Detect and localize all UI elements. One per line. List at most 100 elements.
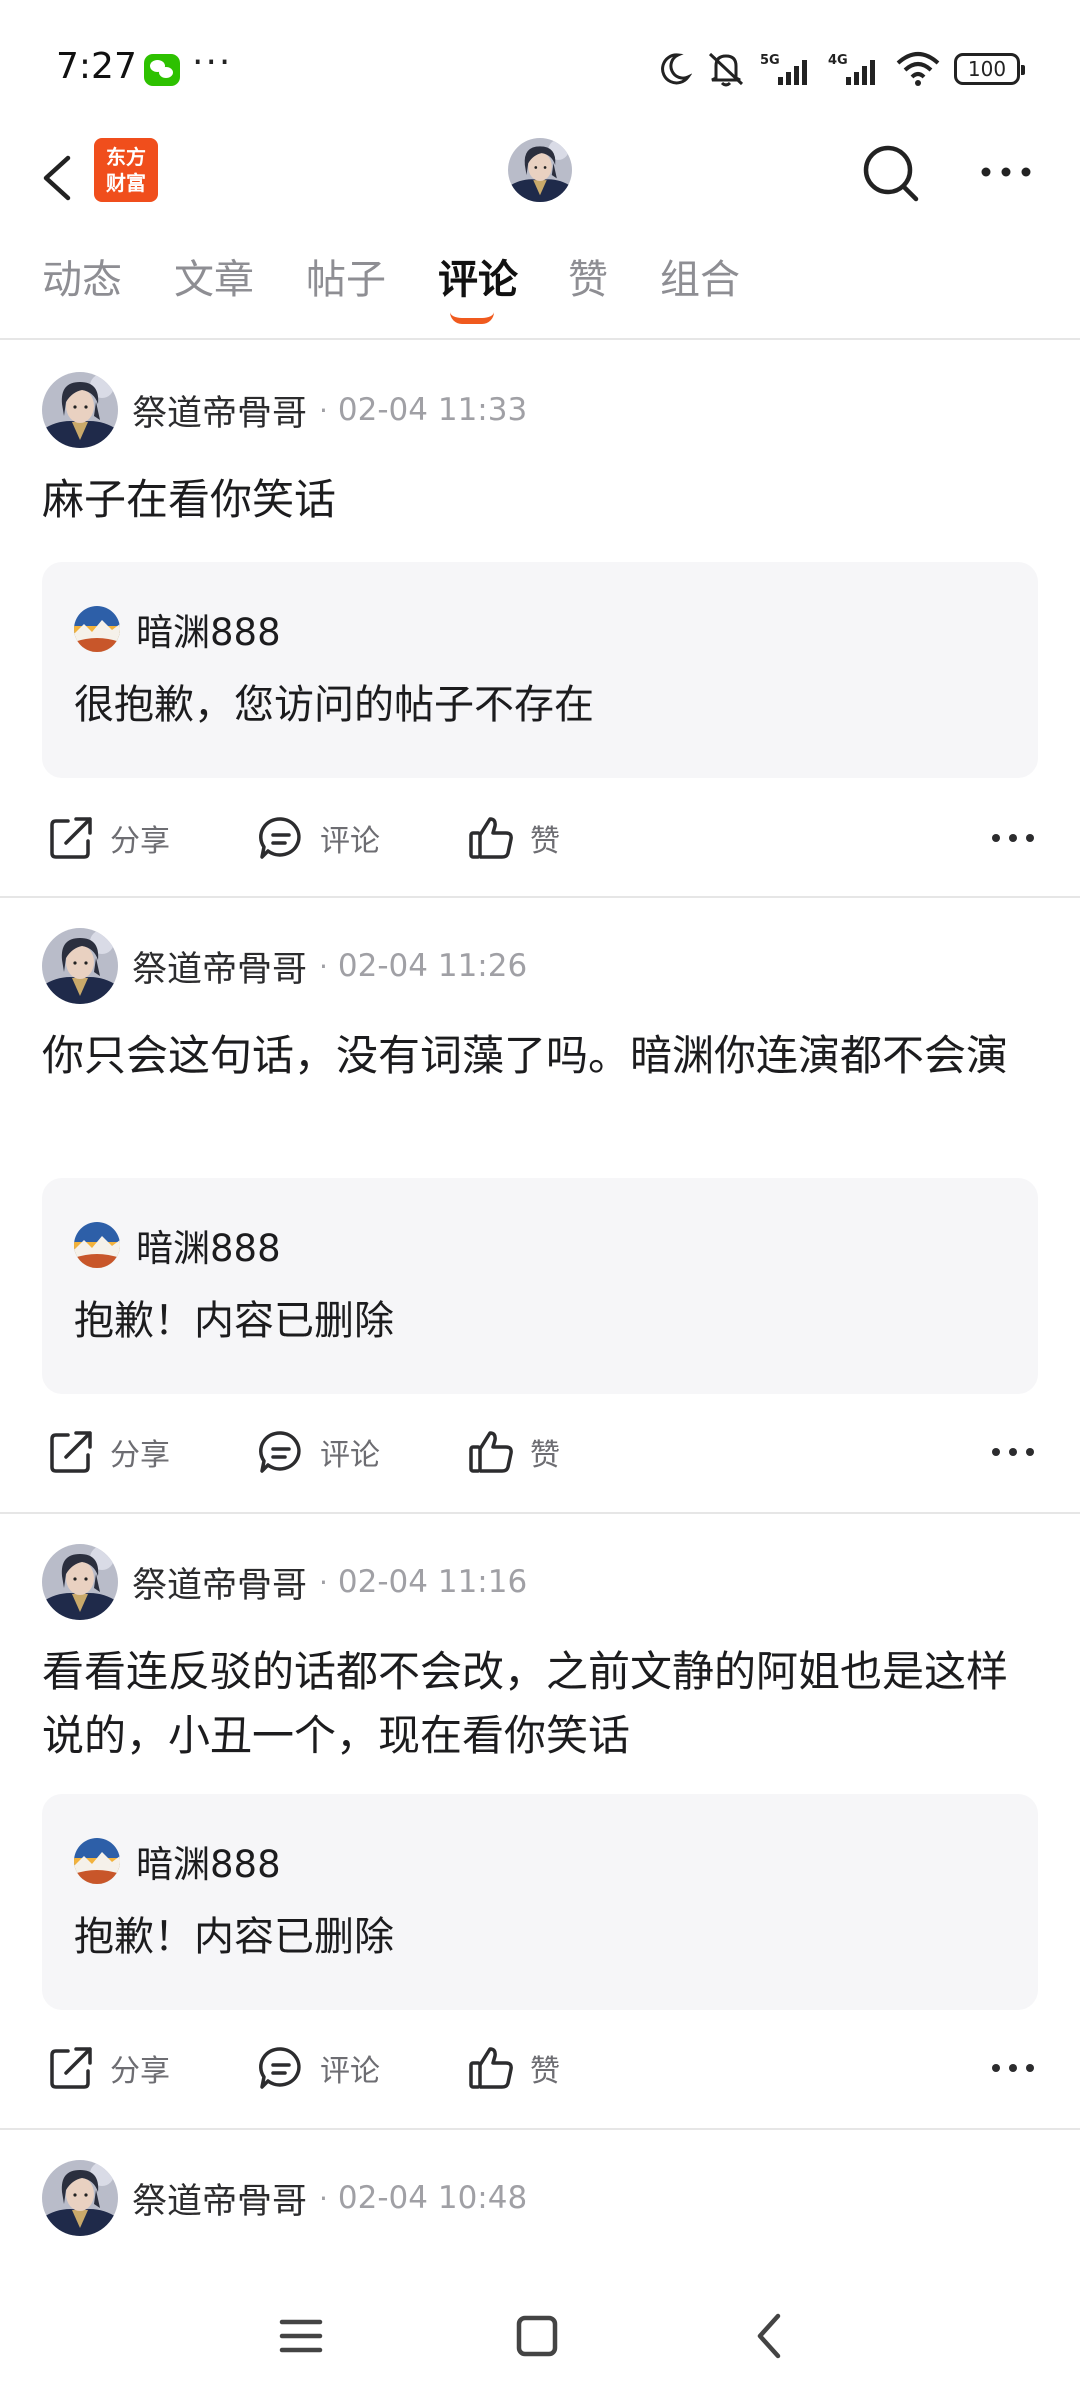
quoted-post[interactable]: 暗渊888 很抱歉，您访问的帖子不存在 bbox=[42, 562, 1038, 778]
separator-dot: · bbox=[319, 1565, 328, 1599]
quoted-author-name: 暗渊888 bbox=[136, 611, 281, 654]
like-label: 赞 bbox=[530, 2054, 560, 2089]
comment-more-button[interactable] bbox=[988, 1432, 1038, 1472]
tab-likes[interactable]: 赞 bbox=[568, 250, 608, 330]
more-options-button[interactable] bbox=[978, 152, 1034, 192]
eastmoney-logo: 东方 财富 bbox=[94, 138, 158, 202]
wifi-icon bbox=[896, 52, 940, 86]
like-button[interactable]: 赞 bbox=[466, 1412, 560, 1492]
comment-card[interactable]: 祭道帝骨哥 · 02-04 11:33 麻子在看你笑话 暗渊888 很抱歉，您访… bbox=[0, 342, 1080, 898]
author-avatar[interactable] bbox=[42, 928, 118, 1004]
comment-text[interactable]: 麻子在看你笑话 bbox=[42, 468, 1042, 532]
svg-text:4G: 4G bbox=[828, 53, 848, 68]
logo-line-2: 财富 bbox=[106, 171, 146, 195]
comment-meta: 祭道帝骨哥 · 02-04 11:26 bbox=[42, 928, 527, 1004]
share-icon bbox=[50, 817, 92, 859]
signal-4g-icon: 4G bbox=[828, 53, 875, 85]
comment-icon bbox=[259, 2047, 301, 2089]
menu-icon bbox=[279, 2319, 323, 2353]
share-button[interactable]: 分享 bbox=[46, 2028, 170, 2108]
home-square-icon bbox=[516, 2315, 558, 2357]
signal-5g-icon: 5G bbox=[760, 53, 807, 85]
comment-button[interactable]: 评论 bbox=[256, 1412, 380, 1492]
separator-dot: · bbox=[319, 949, 328, 983]
comment-label: 评论 bbox=[320, 824, 380, 859]
comment-meta: 祭道帝骨哥 · 02-04 11:16 bbox=[42, 1544, 527, 1620]
quoted-author-avatar bbox=[74, 1222, 120, 1268]
share-button[interactable]: 分享 bbox=[46, 798, 170, 878]
wechat-notification-icon bbox=[144, 54, 180, 86]
author-avatar[interactable] bbox=[42, 372, 118, 448]
like-button[interactable]: 赞 bbox=[466, 798, 560, 878]
thumbs-up-icon bbox=[469, 817, 513, 859]
home-button[interactable] bbox=[502, 2306, 572, 2366]
author-name[interactable]: 祭道帝骨哥 bbox=[132, 2173, 307, 2224]
more-dots-icon bbox=[981, 167, 1031, 177]
author-name[interactable]: 祭道帝骨哥 bbox=[132, 385, 307, 436]
mute-bell-icon bbox=[708, 52, 744, 87]
comment-time: 02-04 11:33 bbox=[337, 392, 528, 428]
quoted-author-avatar bbox=[74, 606, 120, 652]
comment-text[interactable]: 你只会这句话，没有词藻了吗。暗渊你连演都不会演 bbox=[42, 1024, 1042, 1088]
system-navigation-bar bbox=[0, 2276, 1080, 2400]
comment-meta: 祭道帝骨哥 · 02-04 11:33 bbox=[42, 372, 527, 448]
comment-text[interactable]: 看看连反驳的话都不会改，之前文静的阿姐也是这样说的，小丑一个，现在看你笑话 bbox=[42, 1640, 1042, 1768]
quoted-author-name: 暗渊888 bbox=[136, 1227, 281, 1270]
author-name[interactable]: 祭道帝骨哥 bbox=[132, 1557, 307, 1608]
more-dots-icon bbox=[992, 2064, 1034, 2072]
tab-articles[interactable]: 文章 bbox=[174, 250, 254, 330]
comment-time: 02-04 11:26 bbox=[337, 948, 528, 984]
thumbs-up-icon bbox=[469, 2047, 513, 2089]
moon-icon bbox=[661, 53, 692, 85]
author-avatar[interactable] bbox=[42, 1544, 118, 1620]
comment-button[interactable]: 评论 bbox=[256, 2028, 380, 2108]
share-label: 分享 bbox=[110, 2054, 170, 2089]
back-button[interactable] bbox=[30, 138, 90, 218]
quoted-post[interactable]: 暗渊888 抱歉！内容已删除 bbox=[42, 1794, 1038, 2010]
comment-actions: 分享 评论 赞 bbox=[0, 2028, 1080, 2108]
recent-apps-button[interactable] bbox=[266, 2306, 336, 2366]
share-label: 分享 bbox=[110, 824, 170, 859]
author-avatar[interactable] bbox=[42, 2160, 118, 2236]
comment-meta: 祭道帝骨哥 · 02-04 10:48 bbox=[42, 2160, 527, 2236]
comment-icon bbox=[259, 817, 301, 859]
profile-avatar[interactable] bbox=[508, 138, 572, 202]
status-bar: 7:27 ··· 5G 4G 100 bbox=[0, 0, 1080, 140]
tab-posts[interactable]: 帖子 bbox=[306, 250, 386, 330]
quoted-author-name: 暗渊888 bbox=[136, 1843, 281, 1886]
comment-label: 评论 bbox=[320, 1438, 380, 1473]
tab-dynamics[interactable]: 动态 bbox=[42, 250, 122, 330]
thumbs-up-icon bbox=[469, 1431, 513, 1473]
share-label: 分享 bbox=[110, 1438, 170, 1473]
quoted-text: 很抱歉，您访问的帖子不存在 bbox=[74, 682, 594, 728]
comment-button[interactable]: 评论 bbox=[256, 798, 380, 878]
quoted-post[interactable]: 暗渊888 抱歉！内容已删除 bbox=[42, 1178, 1038, 1394]
comment-icon bbox=[259, 1431, 301, 1473]
comment-more-button[interactable] bbox=[988, 818, 1038, 858]
comment-actions: 分享 评论 赞 bbox=[0, 1412, 1080, 1492]
like-button[interactable]: 赞 bbox=[466, 2028, 560, 2108]
more-dots-icon bbox=[992, 834, 1034, 842]
quoted-author-avatar bbox=[74, 1838, 120, 1884]
tab-portfolios[interactable]: 组合 bbox=[660, 250, 740, 330]
search-button[interactable] bbox=[858, 138, 924, 208]
quoted-text: 抱歉！内容已删除 bbox=[74, 1914, 394, 1960]
like-label: 赞 bbox=[530, 1438, 560, 1473]
comment-actions: 分享 评论 赞 bbox=[0, 798, 1080, 878]
separator-dot: · bbox=[319, 2181, 328, 2215]
share-icon bbox=[50, 1431, 92, 1473]
comment-more-button[interactable] bbox=[988, 2048, 1038, 2088]
profile-header: 东方 财富 bbox=[0, 130, 1080, 240]
comment-card[interactable]: 祭道帝骨哥 · 02-04 11:16 看看连反驳的话都不会改，之前文静的阿姐也… bbox=[0, 1514, 1080, 2130]
back-arrow-icon bbox=[43, 155, 71, 201]
comment-card[interactable]: 祭道帝骨哥 · 02-04 11:26 你只会这句话，没有词藻了吗。暗渊你连演都… bbox=[0, 898, 1080, 1514]
battery-icon: 100 bbox=[954, 53, 1025, 85]
share-button[interactable]: 分享 bbox=[46, 1412, 170, 1492]
more-notifications-icon: ··· bbox=[192, 42, 233, 83]
system-back-button[interactable] bbox=[736, 2306, 806, 2366]
separator-dot: · bbox=[319, 393, 328, 427]
logo-line-1: 东方 bbox=[106, 145, 146, 169]
author-name[interactable]: 祭道帝骨哥 bbox=[132, 941, 307, 992]
svg-text:5G: 5G bbox=[760, 53, 780, 68]
share-icon bbox=[50, 2047, 92, 2089]
